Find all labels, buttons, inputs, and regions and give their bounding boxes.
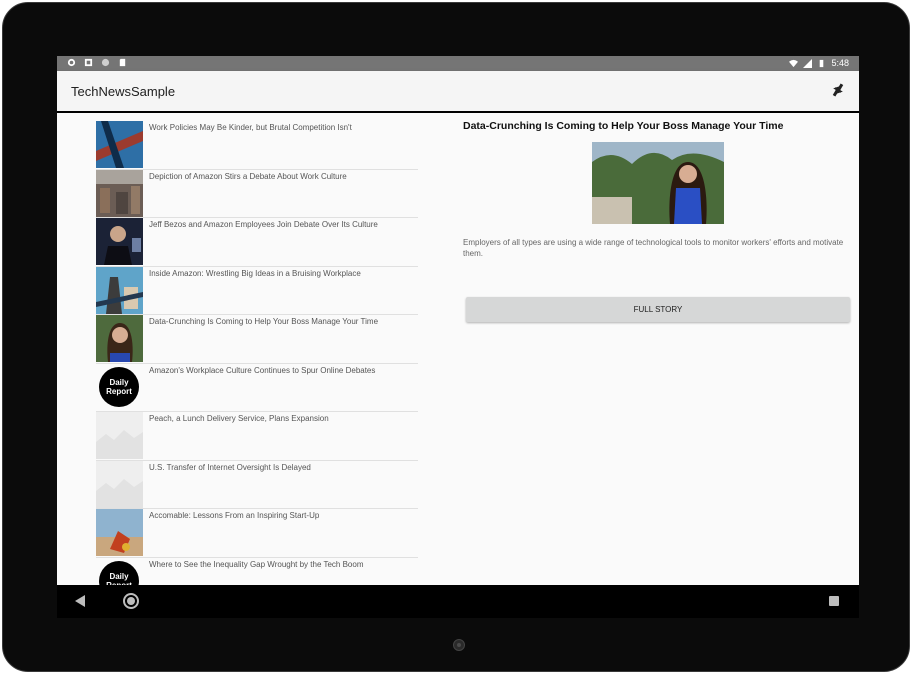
app-bar: TechNewsSample (57, 71, 859, 111)
full-story-button[interactable]: FULL STORY (466, 297, 850, 322)
sync-icon[interactable] (829, 81, 847, 99)
navigation-bar (57, 585, 859, 618)
article-headline: Data-Crunching Is Coming to Help Your Bo… (149, 317, 379, 326)
status-bar: 5:48 (57, 56, 859, 71)
article-list: Work Policies May Be Kinder, but Brutal … (96, 121, 418, 585)
content-area: Work Policies May Be Kinder, but Brutal … (57, 113, 859, 585)
article-headline: Accomable: Lessons From an Inspiring Sta… (149, 511, 320, 520)
article-thumbnail (96, 460, 143, 508)
signal-icon (803, 58, 813, 68)
detail-headline: Data-Crunching Is Coming to Help Your Bo… (463, 120, 784, 132)
article-thumbnail: Daily Report (96, 558, 143, 585)
home-icon[interactable] (123, 593, 139, 609)
camera-icon (453, 639, 465, 651)
battery-icon (820, 59, 824, 67)
wifi-icon (789, 59, 799, 67)
article-thumbnail (96, 509, 143, 556)
article-headline: Jeff Bezos and Amazon Employees Join Deb… (149, 220, 378, 229)
sd-card-icon (119, 58, 126, 67)
list-item[interactable]: U.S. Transfer of Internet Oversight Is D… (96, 460, 418, 509)
tablet-device: 5:48 TechNewsSample Work Policies May Be… (0, 0, 914, 676)
article-thumbnail (96, 169, 143, 217)
globe-icon (101, 58, 110, 67)
app-title: TechNewsSample (71, 84, 176, 99)
article-headline: Inside Amazon: Wrestling Big Ideas in a … (149, 268, 361, 278)
article-thumbnail (96, 218, 143, 265)
article-thumbnail: Daily Report (96, 364, 143, 411)
back-icon[interactable] (75, 595, 85, 607)
recents-icon[interactable] (829, 596, 839, 606)
article-thumbnail (96, 121, 143, 168)
article-thumbnail (96, 412, 143, 459)
daily-report-logo: Daily Report (99, 560, 139, 585)
article-headline: Depiction of Amazon Stirs a Debate About… (149, 171, 347, 181)
article-thumbnail (96, 315, 143, 362)
list-item[interactable]: Daily Report Amazon's Workplace Culture … (96, 364, 418, 412)
list-item[interactable]: Jeff Bezos and Amazon Employees Join Deb… (96, 218, 418, 267)
article-headline: Peach, a Lunch Delivery Service, Plans E… (149, 414, 329, 423)
screen: 5:48 TechNewsSample Work Policies May Be… (57, 56, 859, 618)
daily-report-logo: Daily Report (99, 366, 139, 407)
settings-icon (67, 58, 76, 67)
article-thumbnail (96, 266, 143, 314)
article-headline: Where to See the Inequality Gap Wrought … (149, 559, 364, 569)
article-headline: Work Policies May Be Kinder, but Brutal … (149, 123, 352, 132)
list-item[interactable]: Data-Crunching Is Coming to Help Your Bo… (96, 315, 418, 364)
list-item[interactable]: Work Policies May Be Kinder, but Brutal … (96, 121, 418, 170)
list-item[interactable]: Daily Report Where to See the Inequality… (96, 558, 418, 585)
article-headline: Amazon's Workplace Culture Continues to … (149, 365, 376, 375)
detail-summary: Employers of all types are using a wide … (463, 238, 844, 258)
list-item[interactable]: Inside Amazon: Wrestling Big Ideas in a … (96, 266, 418, 315)
notification-icon (84, 58, 93, 67)
list-item[interactable]: Peach, a Lunch Delivery Service, Plans E… (96, 412, 418, 461)
list-item[interactable]: Accomable: Lessons From an Inspiring Sta… (96, 509, 418, 558)
list-item[interactable]: Depiction of Amazon Stirs a Debate About… (96, 169, 418, 218)
clock: 5:48 (831, 58, 849, 68)
detail-photo (592, 142, 724, 224)
article-headline: U.S. Transfer of Internet Oversight Is D… (149, 462, 311, 472)
